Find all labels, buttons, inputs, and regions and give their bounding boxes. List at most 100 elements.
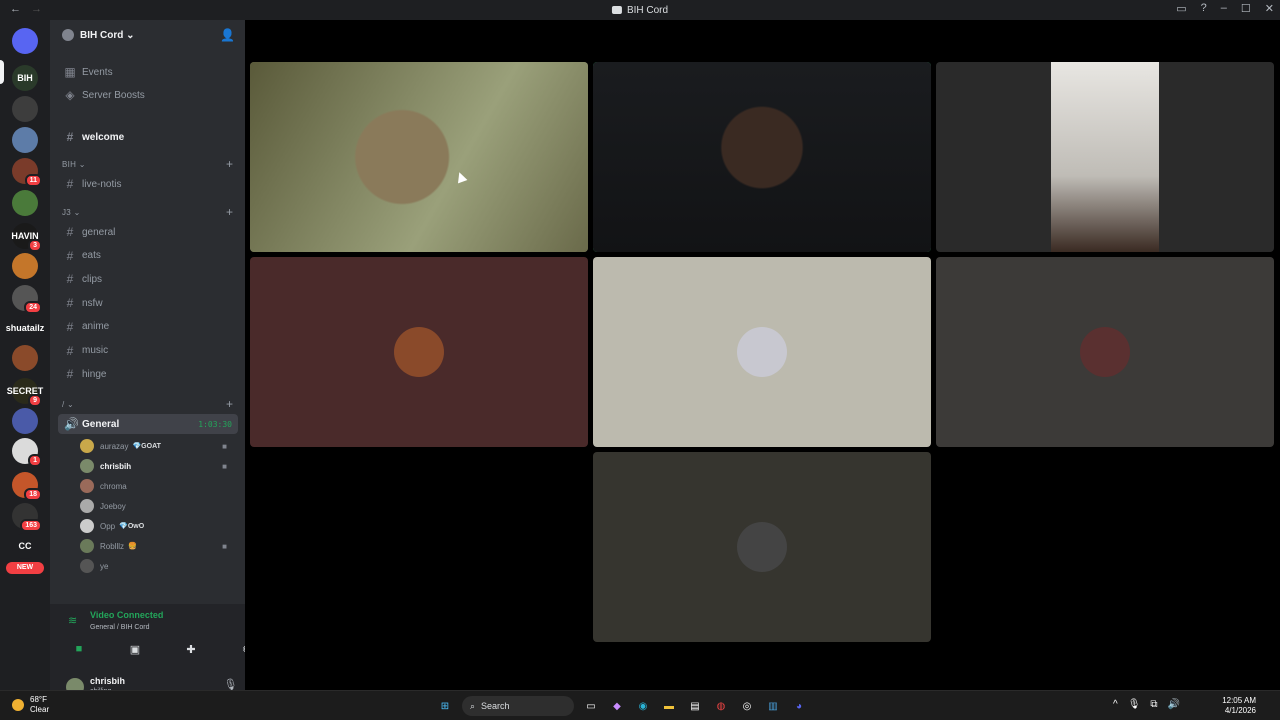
avatar-tile-2[interactable]	[593, 257, 931, 447]
hash-icon: #	[66, 367, 74, 382]
chevron-up-icon[interactable]: ^	[1113, 699, 1118, 710]
channel-music[interactable]: # music	[58, 341, 238, 361]
task-view-icon[interactable]: ▭	[582, 697, 600, 715]
taskbar-clock[interactable]: 12:05 AM 4/1/2026	[1222, 696, 1256, 716]
edge-icon[interactable]: ◉	[634, 697, 652, 715]
back-arrow-icon[interactable]: ←	[10, 3, 21, 15]
server-icon-server-3[interactable]	[12, 96, 38, 122]
channel-welcome[interactable]: # welcome	[58, 127, 238, 147]
mic-tray-icon[interactable]: 🎙	[1128, 699, 1141, 710]
server-icon-discord-home[interactable]	[12, 28, 38, 54]
voice-user[interactable]: aurazay 💎GOAT ■	[80, 437, 235, 455]
close-button[interactable]: ✕	[1265, 2, 1274, 15]
network-icon[interactable]: ⧉	[1150, 699, 1157, 710]
discord-taskbar-icon[interactable]: ◕	[790, 697, 808, 715]
taskbar-search[interactable]: ⌕ Search	[462, 696, 574, 716]
help-icon[interactable]: ?	[1201, 2, 1207, 15]
voice-channel-general[interactable]: 🔊 General 1:03:30	[58, 414, 238, 434]
server-icon-server-15[interactable]: 18	[12, 472, 42, 501]
channel-general[interactable]: # general	[58, 222, 238, 242]
voice-user[interactable]: Joeboy	[80, 497, 235, 515]
server-boosts-item[interactable]: ◈ Server Boosts	[58, 85, 238, 105]
file-explorer-icon[interactable]: ▬	[660, 697, 678, 715]
voice-user[interactable]: chrisbih ■	[80, 457, 235, 475]
voice-user[interactable]: Roblllz 🍔 ■	[80, 537, 235, 555]
mention-badge: 3	[28, 239, 42, 252]
server-icon-server-5[interactable]: 11	[12, 158, 42, 187]
avatar-tile-1[interactable]	[250, 257, 588, 447]
server-icon-server-6[interactable]	[12, 190, 38, 216]
voice-user[interactable]: ye	[80, 557, 235, 575]
server-icon-server-16[interactable]: 163	[12, 503, 42, 532]
forward-arrow-icon[interactable]: →	[31, 3, 42, 15]
camera-on-icon: ■	[222, 461, 227, 471]
channel-nsfw[interactable]: # nsfw	[58, 293, 238, 313]
window-titlebar: ← → BIH Cord ▭ ? – ☐ ✕	[0, 0, 1280, 20]
hash-icon: #	[66, 343, 74, 358]
user-name[interactable]: chrisbih	[90, 676, 125, 686]
category-header[interactable]: / ⌄	[62, 400, 74, 409]
participant-avatar	[737, 522, 787, 572]
server-icon-cc[interactable]: CC	[12, 533, 38, 559]
server-icon-server-4[interactable]	[12, 127, 38, 153]
avatar-tile-4[interactable]	[593, 452, 931, 642]
server-icon-server-14[interactable]: 1	[12, 438, 42, 467]
hash-icon: #	[66, 248, 74, 263]
create-channel-plus-icon[interactable]: +	[226, 205, 233, 219]
channel-live-notis[interactable]: # live-notis	[58, 174, 238, 194]
add-member-icon[interactable]: 👤	[220, 28, 235, 42]
events-item[interactable]: ▦ Events	[58, 62, 238, 82]
server-icon-server-9[interactable]: 24	[12, 285, 42, 314]
video-tile-2[interactable]	[593, 62, 931, 252]
inbox-icon[interactable]: ▭	[1176, 2, 1186, 15]
create-channel-plus-icon[interactable]: +	[226, 157, 233, 171]
avatar	[80, 459, 94, 473]
avatar	[80, 519, 94, 533]
volume-icon[interactable]: 🔊	[1168, 699, 1180, 710]
avatar	[80, 499, 94, 513]
connection-location: General / BIH Cord	[90, 624, 150, 631]
signal-icon[interactable]: ≋	[68, 614, 77, 627]
participant-avatar	[394, 327, 444, 377]
mention-badge: 11	[24, 174, 42, 187]
weather-widget[interactable]: 68°F Clear	[12, 695, 49, 715]
voice-user[interactable]: chroma	[80, 477, 235, 495]
minimize-button[interactable]: –	[1221, 2, 1227, 15]
create-channel-plus-icon[interactable]: +	[226, 397, 233, 411]
server-icon-secret[interactable]: SECRET 9	[7, 378, 43, 407]
copilot-icon[interactable]: ◆	[608, 697, 626, 715]
participant-avatar	[1080, 327, 1130, 377]
camera-on-icon: ■	[222, 541, 227, 551]
screen-share-button[interactable]: ▣	[116, 638, 154, 660]
channel-clips[interactable]: # clips	[58, 269, 238, 289]
server-icon-server-11[interactable]	[12, 345, 38, 371]
new-badge[interactable]: NEW	[6, 562, 44, 574]
video-stage	[245, 20, 1280, 690]
video-tile-3[interactable]	[936, 62, 1274, 252]
connection-status[interactable]: Video Connected	[90, 610, 163, 620]
channel-hinge[interactable]: # hinge	[58, 364, 238, 384]
maximize-button[interactable]: ☐	[1241, 2, 1251, 15]
server-icon-server-8[interactable]	[12, 253, 38, 279]
server-icon-bih-cord[interactable]: BIH	[12, 65, 38, 91]
store-icon[interactable]: ▤	[686, 697, 704, 715]
video-tile-1[interactable]	[250, 62, 588, 252]
category-header[interactable]: BIH ⌄	[62, 160, 86, 169]
chrome-icon[interactable]: ◍	[712, 697, 730, 715]
windows-start-icon[interactable]: ⊞	[436, 697, 454, 715]
activities-button[interactable]: ✚	[172, 638, 210, 660]
channel-anime[interactable]: # anime	[58, 317, 238, 337]
hash-icon: #	[66, 319, 74, 334]
server-icon-server-13[interactable]	[12, 408, 38, 434]
user-tag: 🍔	[128, 543, 137, 550]
notepad-icon[interactable]: ▥	[764, 697, 782, 715]
channel-eats[interactable]: # eats	[58, 246, 238, 266]
server-icon-skateboard[interactable]: shuatailz	[6, 315, 44, 341]
server-icon-havin[interactable]: HAVIN 3	[11, 223, 42, 252]
guild-header[interactable]: BIH Cord ⌄	[50, 20, 245, 50]
voice-user[interactable]: Opp 💎OwO	[80, 517, 235, 535]
app-icon[interactable]: ◎	[738, 697, 756, 715]
avatar-tile-3[interactable]	[936, 257, 1274, 447]
category-header[interactable]: J3 ⌄	[62, 208, 81, 217]
camera-button[interactable]: ■	[60, 638, 98, 660]
